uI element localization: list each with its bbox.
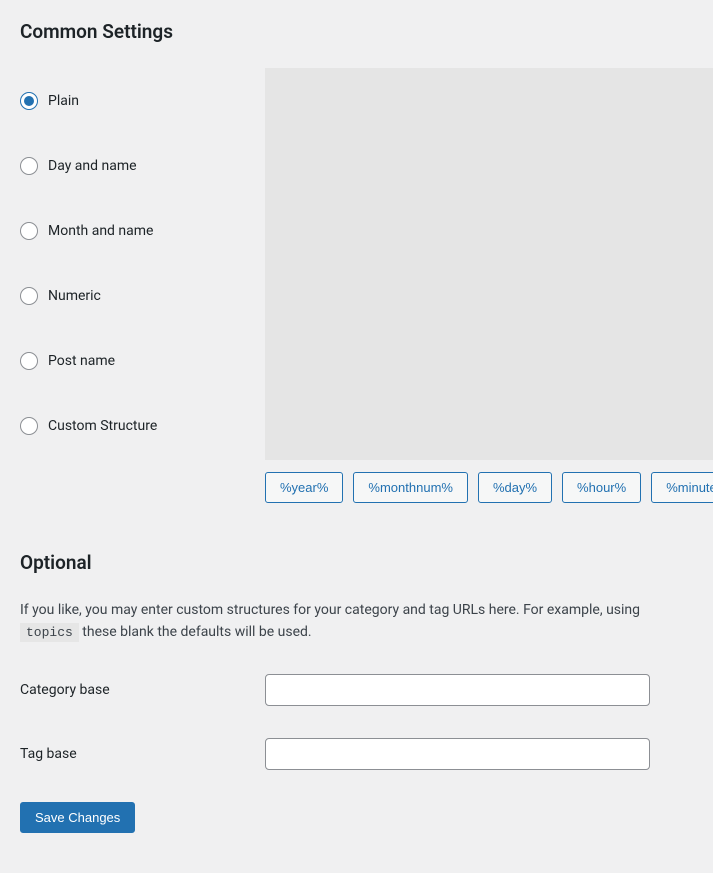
tag-minute-button[interactable]: %minute% bbox=[651, 472, 713, 503]
radio-icon bbox=[20, 92, 38, 110]
radio-label-text: Month and name bbox=[48, 223, 153, 239]
radio-label-text: Numeric bbox=[48, 288, 101, 304]
permalink-option-post-name[interactable]: Post name bbox=[20, 352, 115, 370]
permalink-option-day-name[interactable]: Day and name bbox=[20, 157, 137, 175]
radio-label-text: Post name bbox=[48, 353, 115, 369]
permalink-option-month-name[interactable]: Month and name bbox=[20, 222, 153, 240]
category-base-label: Category base bbox=[20, 682, 265, 698]
tag-day-button[interactable]: %day% bbox=[478, 472, 552, 503]
radio-icon bbox=[20, 222, 38, 240]
optional-desc-prefix: If you like, you may enter custom struct… bbox=[20, 602, 640, 618]
permalink-structure-group: Plain Day and name Month and name Numeri… bbox=[20, 68, 693, 503]
radio-label-text: Plain bbox=[48, 93, 79, 109]
radio-icon bbox=[20, 417, 38, 435]
optional-heading: Optional bbox=[20, 551, 693, 574]
permalink-option-custom[interactable]: Custom Structure bbox=[20, 417, 157, 435]
permalink-preview-area bbox=[265, 68, 713, 460]
radio-icon bbox=[20, 157, 38, 175]
permalink-option-numeric[interactable]: Numeric bbox=[20, 287, 101, 305]
save-changes-button[interactable]: Save Changes bbox=[20, 802, 135, 833]
common-settings-heading: Common Settings bbox=[20, 20, 693, 43]
permalink-option-plain[interactable]: Plain bbox=[20, 92, 79, 110]
optional-desc-code: topics bbox=[20, 623, 79, 642]
tag-hour-button[interactable]: %hour% bbox=[562, 472, 641, 503]
radio-label-text: Day and name bbox=[48, 158, 137, 174]
tag-year-button[interactable]: %year% bbox=[265, 472, 343, 503]
radio-label-text: Custom Structure bbox=[48, 418, 157, 434]
tag-monthnum-button[interactable]: %monthnum% bbox=[353, 472, 468, 503]
category-base-input[interactable] bbox=[265, 674, 650, 706]
tag-base-label: Tag base bbox=[20, 746, 265, 762]
structure-tags-row: %year% %monthnum% %day% %hour% %minute% bbox=[265, 472, 713, 503]
radio-icon bbox=[20, 352, 38, 370]
optional-desc-suffix: these blank the defaults will be used. bbox=[82, 624, 311, 640]
tag-base-input[interactable] bbox=[265, 738, 650, 770]
radio-icon bbox=[20, 287, 38, 305]
optional-description: If you like, you may enter custom struct… bbox=[20, 599, 693, 644]
